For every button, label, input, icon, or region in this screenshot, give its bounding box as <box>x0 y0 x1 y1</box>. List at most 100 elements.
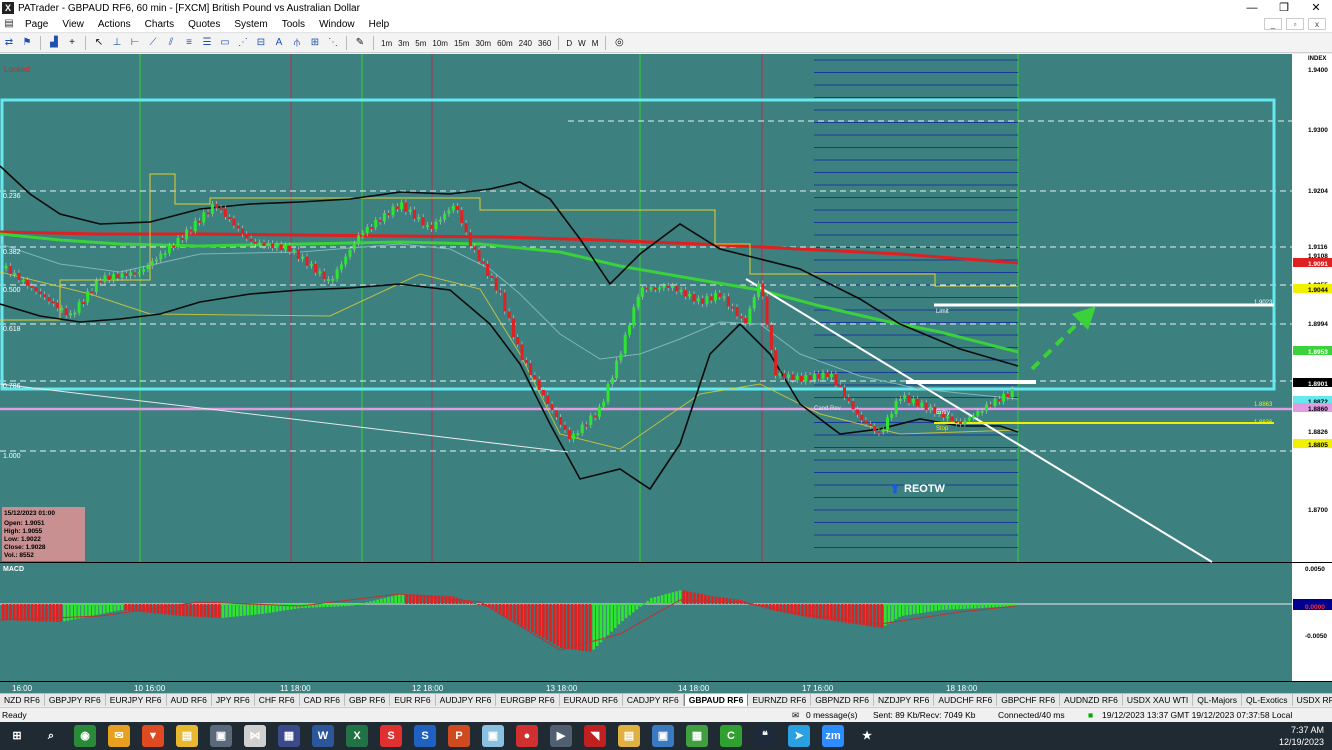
tf-15m[interactable]: 15m <box>451 39 473 48</box>
taskbar-patrader-icon[interactable]: ⋈ <box>244 725 266 747</box>
taskbar-calc-icon[interactable]: ▦ <box>278 725 300 747</box>
symbol-tab[interactable]: GBP RF6 <box>345 694 391 706</box>
price-chart[interactable]: Locked 0.236 0.382 0.500 0.618 0.786 1.0… <box>0 54 1332 681</box>
symbol-tab[interactable]: USDX RF6 <box>1293 694 1332 706</box>
taskbar-tg-icon[interactable]: ➤ <box>788 725 810 747</box>
symbol-tab[interactable]: EUR RF6 <box>390 694 436 706</box>
trendline-icon[interactable]: ⟋ <box>146 36 160 50</box>
crosshair-icon[interactable]: + <box>65 36 79 50</box>
taskbar-excel-icon[interactable]: X <box>346 725 368 747</box>
taskbar-zm-icon[interactable]: zm <box>822 725 844 747</box>
tf-3m[interactable]: 3m <box>395 39 412 48</box>
symbol-tab[interactable]: EURJPY RF6 <box>106 694 167 706</box>
taskbar-app-icon[interactable]: ▣ <box>210 725 232 747</box>
minimize-button[interactable]: — <box>1236 0 1268 16</box>
taskbar-s2-icon[interactable]: S <box>414 725 436 747</box>
gann-icon[interactable]: ⋰ <box>236 36 250 50</box>
vline-icon[interactable]: ⊢ <box>128 36 142 50</box>
symbol-tab[interactable]: EURGBP RF6 <box>496 694 560 706</box>
levels-icon[interactable]: ⊟ <box>254 36 268 50</box>
taskbar-red-icon[interactable]: ◥ <box>584 725 606 747</box>
link-icon[interactable]: ⇄ <box>2 36 16 50</box>
alert-icon[interactable]: ⚑ <box>20 36 34 50</box>
menu-quotes[interactable]: Quotes <box>181 19 227 30</box>
symbol-tab[interactable]: EURNZD RF6 <box>748 694 812 706</box>
symbol-tab[interactable]: CHF RF6 <box>255 694 300 706</box>
draw-icon[interactable]: ✎ <box>353 36 367 50</box>
symbol-tab[interactable]: GBPAUD RF6 <box>683 694 749 706</box>
speed-icon[interactable]: ⋱ <box>326 36 340 50</box>
fib-icon[interactable]: ≡ <box>182 36 196 50</box>
taskbar-win-icon[interactable]: ⊞ <box>6 725 28 747</box>
taskbar-star-icon[interactable]: ★ <box>856 725 878 747</box>
tf-weekly[interactable]: W <box>575 39 589 48</box>
taskbar-tw-icon[interactable]: ❝ <box>754 725 776 747</box>
taskbar-folder-icon[interactable]: ▤ <box>618 725 640 747</box>
taskbar-mail-icon[interactable]: ✉ <box>108 725 130 747</box>
chart-icon[interactable]: ▟ <box>47 36 61 50</box>
symbol-tab[interactable]: EURAUD RF6 <box>560 694 623 706</box>
pitchfork-icon[interactable]: ⫛ <box>290 36 304 50</box>
channel-icon[interactable]: ⫽ <box>164 36 178 50</box>
menu-charts[interactable]: Charts <box>138 19 181 30</box>
menu-tools[interactable]: Tools <box>275 19 312 30</box>
symbol-tab[interactable]: GBPCHF RF6 <box>997 694 1061 706</box>
tf-10m[interactable]: 10m <box>429 39 451 48</box>
tf-daily[interactable]: D <box>563 39 575 48</box>
maximize-button[interactable]: ❐ <box>1268 0 1300 16</box>
settings-icon[interactable]: ◎ <box>612 36 626 50</box>
symbol-tab[interactable]: AUDCHF RF6 <box>934 694 998 706</box>
tf-5m[interactable]: 5m <box>412 39 429 48</box>
taskbar-teams-icon[interactable]: ▦ <box>686 725 708 747</box>
symbol-tab[interactable]: USDX XAU WTI <box>1123 694 1194 706</box>
close-button[interactable]: ✕ <box>1300 0 1332 16</box>
taskbar-brave-icon[interactable]: ▼ <box>142 725 164 747</box>
mdi-minimize-button[interactable]: _ <box>1264 18 1282 30</box>
menu-window[interactable]: Window <box>312 19 362 30</box>
tf-60m[interactable]: 60m <box>494 39 516 48</box>
cycles-icon[interactable]: ⊞ <box>308 36 322 50</box>
tf-30m[interactable]: 30m <box>473 39 495 48</box>
text-icon[interactable]: A <box>272 36 286 50</box>
symbol-tab[interactable]: CADJPY RF6 <box>623 694 684 706</box>
menu-help[interactable]: Help <box>362 19 397 30</box>
symbol-tab[interactable]: QL-Majors <box>1193 694 1242 706</box>
tf-360[interactable]: 360 <box>535 39 554 48</box>
cursor-icon[interactable]: ↖ <box>92 36 106 50</box>
menu-view[interactable]: View <box>55 19 91 30</box>
symbol-tab[interactable]: AUD RF6 <box>167 694 212 706</box>
menu-actions[interactable]: Actions <box>91 19 138 30</box>
tf-1m[interactable]: 1m <box>378 39 395 48</box>
taskbar-search-icon[interactable]: ⌕ <box>40 725 62 747</box>
taskbar-s1-icon[interactable]: S <box>380 725 402 747</box>
symbol-tab[interactable]: GBPJPY RF6 <box>45 694 106 706</box>
symbol-tab[interactable]: QL-Exotics <box>1242 694 1293 706</box>
taskbar-cam-icon[interactable]: ▶ <box>550 725 572 747</box>
taskbar-ppt-icon[interactable]: P <box>448 725 470 747</box>
symbol-tab[interactable]: AUDJPY RF6 <box>436 694 497 706</box>
symbol-tab[interactable]: CAD RF6 <box>300 694 346 706</box>
mdi-close-button[interactable]: x <box>1308 18 1326 30</box>
taskbar-c-icon[interactable]: C <box>720 725 742 747</box>
symbol-tab[interactable]: NZD RF6 <box>0 694 45 706</box>
taskbar-files-icon[interactable]: ▤ <box>176 725 198 747</box>
chart-canvas[interactable]: Locked 0.236 0.382 0.500 0.618 0.786 1.0… <box>0 54 1332 681</box>
taskbar-chrome-icon[interactable]: ◉ <box>74 725 96 747</box>
menu-page[interactable]: Page <box>18 19 55 30</box>
app-menu-icon[interactable]: ▤ <box>2 17 16 31</box>
symbol-tab[interactable]: AUDNZD RF6 <box>1060 694 1123 706</box>
taskbar-pdf-icon[interactable]: ● <box>516 725 538 747</box>
tf-monthly[interactable]: M <box>589 39 602 48</box>
symbol-tab[interactable]: JPY RF6 <box>212 694 255 706</box>
taskbar-word-icon[interactable]: W <box>312 725 334 747</box>
rect-icon[interactable]: ▭ <box>218 36 232 50</box>
menu-system[interactable]: System <box>227 19 274 30</box>
tf-240[interactable]: 240 <box>516 39 535 48</box>
hline-icon[interactable]: ⊥ <box>110 36 124 50</box>
taskbar-photos-icon[interactable]: ▣ <box>652 725 674 747</box>
symbol-tab[interactable]: GBPNZD RF6 <box>811 694 875 706</box>
fib-ext-icon[interactable]: ☰ <box>200 36 214 50</box>
symbol-tab[interactable]: NZDJPY RF6 <box>874 694 935 706</box>
mdi-restore-button[interactable]: ▫ <box>1286 18 1304 30</box>
taskbar-img-icon[interactable]: ▣ <box>482 725 504 747</box>
